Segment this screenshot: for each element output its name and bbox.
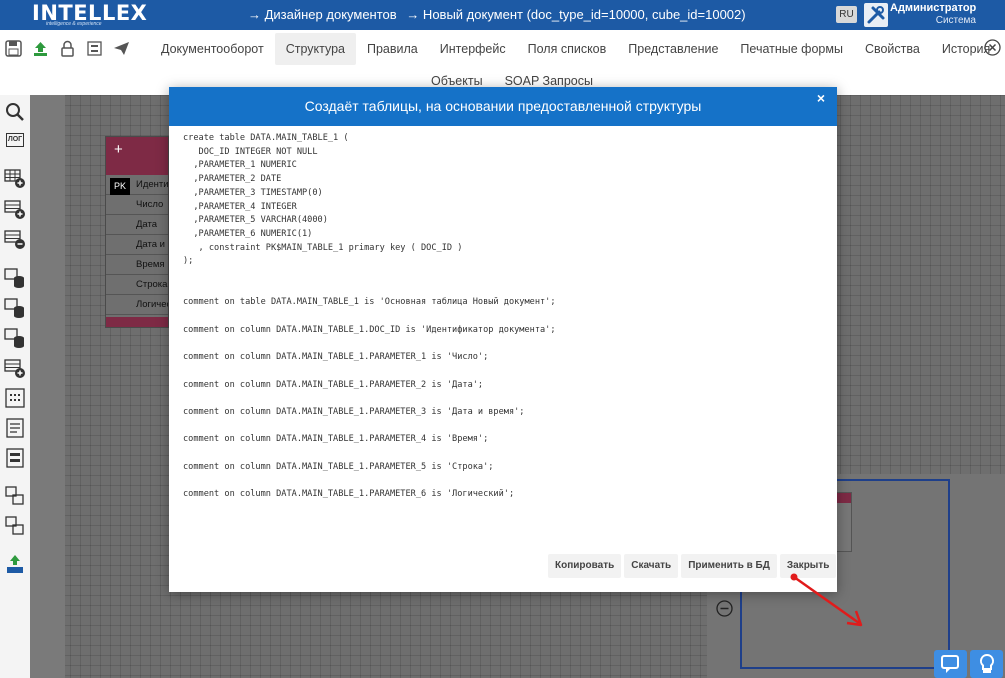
entity-footer [106,317,168,327]
remove-column-icon[interactable] [4,228,26,250]
left-sidebar: ЛОГ [0,95,30,678]
entity-row[interactable]: Дата [106,215,168,235]
grid-icon[interactable] [4,387,26,409]
intellex-logo[interactable]: INTELLEX intelligence & experience [32,2,147,28]
tab-rules[interactable]: Правила [356,33,429,65]
toolbar: Документооборот Структура Правила Интерф… [0,30,1005,95]
add-column-icon[interactable] [4,198,26,220]
entity-row[interactable]: Время [106,255,168,275]
download-button[interactable]: Скачать [624,554,679,578]
database-table-icon[interactable] [4,267,26,289]
tab-interface[interactable]: Интерфейс [429,33,517,65]
add-table-icon[interactable] [4,167,26,189]
tab-print-forms[interactable]: Печатные формы [729,33,854,65]
add-index-icon[interactable] [4,357,26,379]
breadcrumb-item-designer[interactable]: → Дизайнер документов [248,7,397,22]
tab-properties[interactable]: Свойства [854,33,931,65]
chat-icon[interactable] [934,650,967,678]
form-icon[interactable] [85,39,104,58]
lightbulb-icon[interactable] [970,650,1003,678]
entity-row[interactable]: Логичес [106,295,168,315]
tab-structure[interactable]: Структура [274,33,356,65]
tab-list-fields[interactable]: Поля списков [517,33,618,65]
copy-objects-icon[interactable] [4,485,26,507]
document-icon[interactable] [4,417,26,439]
dialog-title: Создаёт таблицы, на основании предоставл… [304,98,702,114]
annotation-arrow-icon [790,573,863,627]
log-icon[interactable]: ЛОГ [4,129,26,151]
database-sync-icon[interactable] [4,297,26,319]
create-tables-dialog: Создаёт таблицы, на основании предоставл… [169,87,863,627]
entity-row[interactable]: Строка [106,275,168,295]
sql-script[interactable]: create table DATA.MAIN_TABLE_1 ( DOC_ID … [183,132,556,502]
search-icon[interactable] [4,101,26,123]
log-label: ЛОГ [5,133,25,147]
close-icon[interactable]: × [817,87,825,109]
copy-button[interactable]: Копировать [548,554,622,578]
entity-row[interactable]: Число [106,195,168,215]
form-template-icon[interactable] [4,447,26,469]
minimap-entity [836,492,852,552]
entity-main-table[interactable]: + PK Идентис Число Дата Дата и в Время С… [105,136,169,328]
primary-key-badge: PK [110,178,130,195]
language-switch[interactable]: RU [836,6,857,23]
top-bar: INTELLEX intelligence & experience → Диз… [0,0,1005,30]
apply-to-db-button[interactable]: Применить в БД [681,554,777,578]
export-image-icon[interactable] [4,553,26,575]
user-role: Система [935,15,976,26]
entity-add-icon[interactable]: + [106,137,168,175]
lock-icon[interactable] [58,39,77,58]
upload-icon[interactable] [31,39,50,58]
save-icon[interactable] [4,39,23,58]
tab-representation[interactable]: Представление [617,33,729,65]
zoom-out-icon[interactable] [716,600,733,617]
send-icon[interactable] [112,39,131,58]
breadcrumb: → Дизайнер документов → Новый документ (… [248,7,752,22]
dialog-header: Создаёт таблицы, на основании предоставл… [169,87,837,126]
user-name: Администратор [890,2,977,14]
admin-tools-icon[interactable] [864,3,888,27]
help-buttons [934,650,1003,678]
breadcrumb-item-document: → Новый документ (doc_type_id=10000, cub… [406,7,746,22]
database-update-icon[interactable] [4,327,26,349]
canvas-margin [30,95,65,678]
user-info[interactable]: Администратор Система [890,2,976,27]
tab-document-flow[interactable]: Документооборот [150,33,275,65]
close-designer-icon[interactable] [984,39,1001,56]
entity-row[interactable]: Дата и в [106,235,168,255]
tool-icons [4,39,131,58]
link-objects-icon[interactable] [4,515,26,537]
tabs-primary: Документооборот Структура Правила Интерф… [150,33,1001,65]
